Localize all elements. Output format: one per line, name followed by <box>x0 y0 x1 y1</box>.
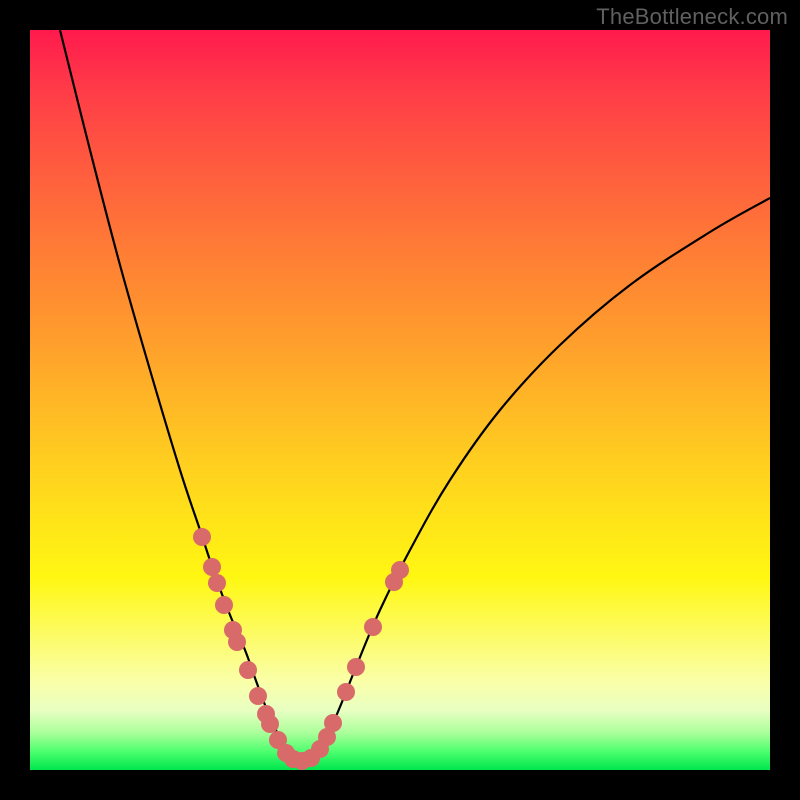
outer-frame: TheBottleneck.com <box>0 0 800 800</box>
curve-marker <box>324 714 342 732</box>
curve-marker <box>249 687 267 705</box>
curve-marker <box>261 715 279 733</box>
plot-area <box>30 30 770 770</box>
curve-markers <box>193 528 409 770</box>
curve-marker <box>347 658 365 676</box>
curve-marker <box>215 596 233 614</box>
chart-svg <box>30 30 770 770</box>
curve-marker <box>239 661 257 679</box>
curve-marker <box>364 618 382 636</box>
curve-marker <box>391 561 409 579</box>
curve-marker <box>337 683 355 701</box>
bottleneck-curve <box>60 30 770 762</box>
watermark-text: TheBottleneck.com <box>596 4 788 30</box>
curve-marker <box>228 633 246 651</box>
curve-marker <box>203 558 221 576</box>
curve-marker <box>193 528 211 546</box>
curve-marker <box>208 574 226 592</box>
